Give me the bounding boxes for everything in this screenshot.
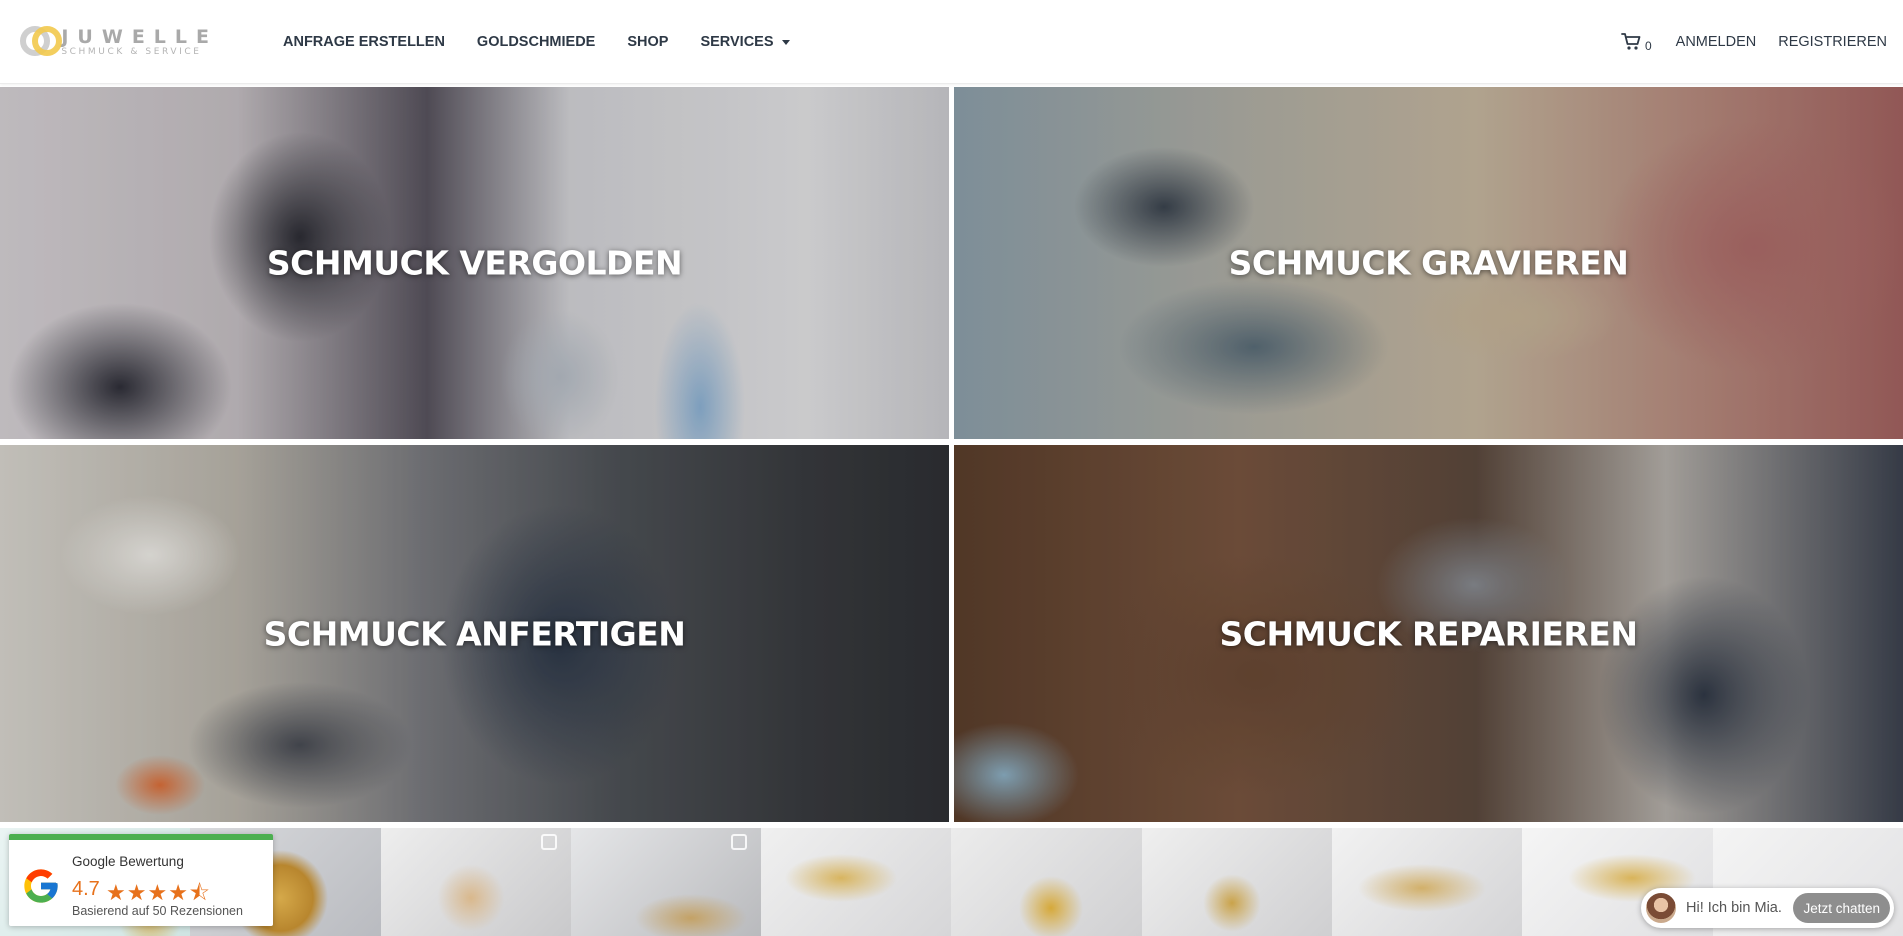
nav-shop[interactable]: SHOP	[627, 34, 668, 50]
tile-label: SCHMUCK VERGOLDEN	[266, 243, 683, 283]
logo-rings-icon	[18, 22, 62, 62]
google-rating-score: 4.7	[72, 878, 100, 900]
instagram-post[interactable]	[1141, 828, 1333, 936]
cart-icon	[1621, 33, 1641, 50]
tile-schmuck-gravieren[interactable]: SCHMUCK GRAVIEREN	[954, 87, 1903, 439]
logo-name: JUWELLE	[61, 25, 218, 48]
google-rating-badge[interactable]: Google Bewertung 4.7 ★★★★⯪ Basierend auf…	[9, 834, 273, 926]
chat-greeting: Hi! Ich bin Mia.	[1686, 900, 1782, 916]
cart-count: 0	[1644, 39, 1652, 53]
site-header: JUWELLE SCHMUCK & SERVICE ANFRAGE ERSTEL…	[0, 0, 1903, 84]
nav-goldschmiede[interactable]: GOLDSCHMIEDE	[477, 34, 595, 50]
login-link[interactable]: ANMELDEN	[1676, 34, 1757, 50]
main-nav: ANFRAGE ERSTELLEN GOLDSCHMIEDE SHOP SERV…	[283, 0, 822, 84]
nav-services[interactable]: SERVICES	[700, 34, 790, 50]
tile-schmuck-vergolden[interactable]: SCHMUCK VERGOLDEN	[0, 87, 949, 439]
instagram-post[interactable]	[951, 828, 1142, 936]
logo[interactable]: JUWELLE SCHMUCK & SERVICE	[18, 22, 218, 62]
tile-label: SCHMUCK ANFERTIGEN	[263, 614, 686, 653]
star-icon: ★	[126, 880, 148, 905]
chat-avatar	[1644, 891, 1678, 925]
star-icon: ★	[168, 880, 189, 905]
cart-button[interactable]: 0	[1621, 31, 1652, 53]
star-icon: ★	[147, 880, 169, 905]
google-logo-icon	[24, 869, 58, 903]
google-badge-title: Google Bewertung	[72, 854, 184, 869]
half-star-icon: ⯪	[188, 880, 211, 905]
nav-anfrage-erstellen[interactable]: ANFRAGE ERSTELLEN	[283, 34, 445, 50]
tile-label: SCHMUCK GRAVIEREN	[1228, 243, 1629, 283]
nav-services-label: SERVICES	[700, 34, 774, 50]
instagram-icon	[731, 834, 748, 850]
instagram-post[interactable]	[1332, 828, 1523, 936]
logo-tagline: SCHMUCK & SERVICE	[61, 46, 202, 57]
register-link[interactable]: REGISTRIEREN	[1778, 34, 1887, 50]
start-chat-button[interactable]: Jetzt chatten	[1793, 893, 1890, 923]
tile-label: SCHMUCK REPARIEREN	[1219, 614, 1638, 653]
account-nav: 0 ANMELDEN REGISTRIEREN	[1621, 0, 1887, 84]
instagram-feed	[0, 828, 1903, 936]
chat-widget[interactable]: Hi! Ich bin Mia. Jetzt chatten	[1641, 888, 1894, 928]
instagram-post[interactable]	[570, 828, 762, 936]
instagram-post[interactable]	[380, 828, 571, 936]
tile-schmuck-reparieren[interactable]: SCHMUCK REPARIEREN	[954, 445, 1903, 822]
tile-schmuck-anfertigen[interactable]: SCHMUCK ANFERTIGEN	[0, 445, 949, 822]
google-badge-subtitle: Basierend auf 50 Rezensionen	[72, 904, 243, 918]
chevron-down-icon	[781, 40, 790, 45]
instagram-icon	[540, 834, 557, 850]
instagram-post[interactable]	[761, 828, 952, 936]
star-icon: ★	[106, 880, 127, 905]
